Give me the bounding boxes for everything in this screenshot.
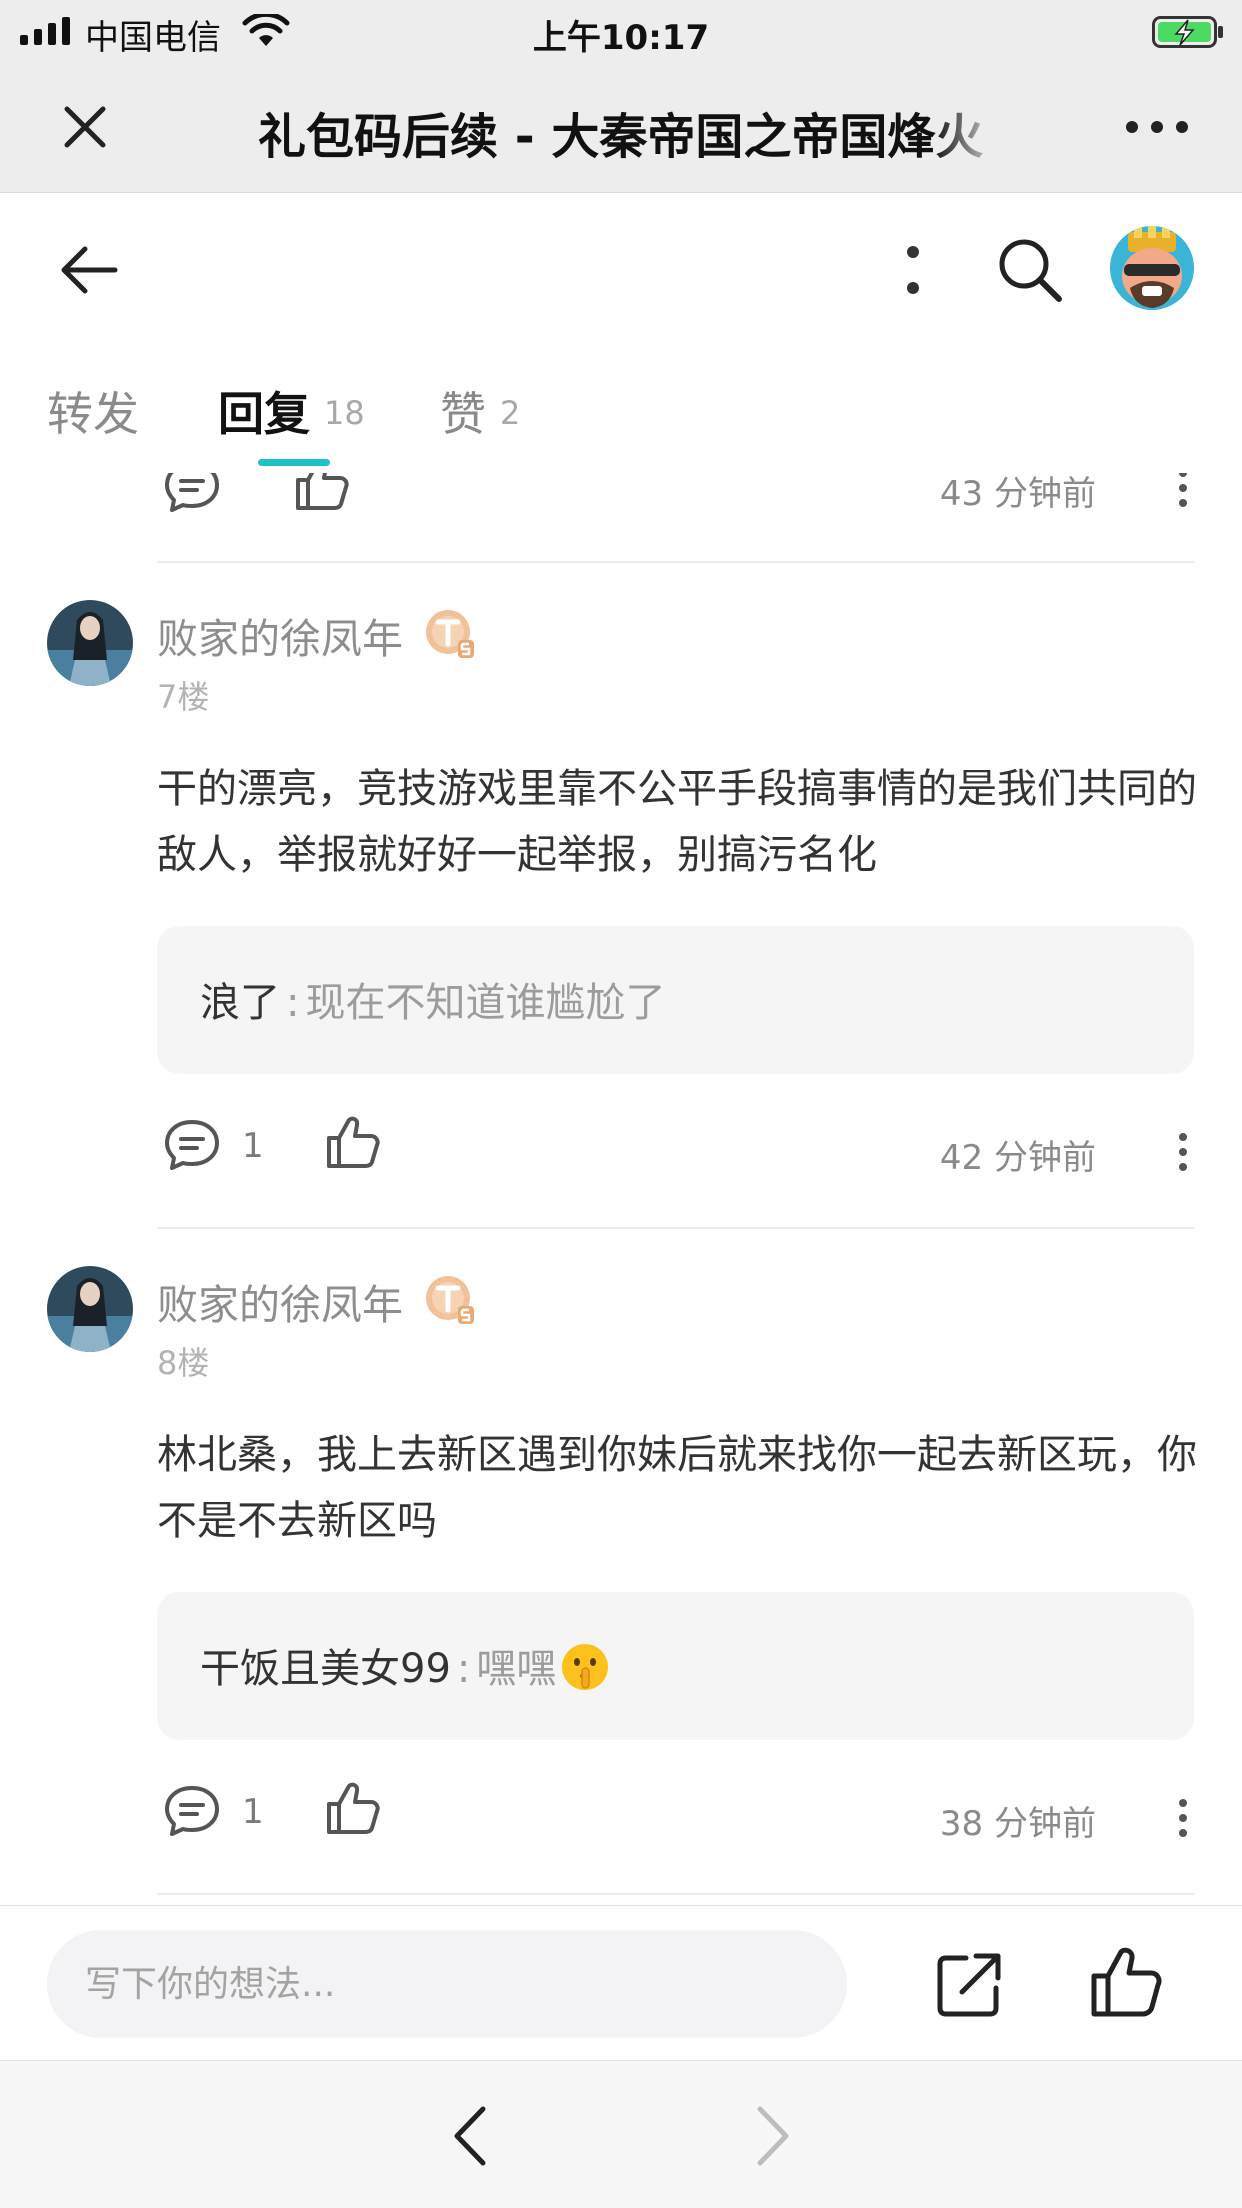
reply-count: 1 (242, 1126, 264, 1166)
app-screen: 中国电信 上午10:17 礼包码后续 - 大秦帝国之帝国烽火 转发 回复 18 … (0, 0, 1242, 2208)
tab-likes[interactable]: 赞2 (440, 378, 520, 444)
tab-forward[interactable]: 转发 (47, 378, 139, 444)
tab-label: 转发 (47, 387, 139, 441)
tab-count: 2 (500, 394, 521, 432)
tab-count: 18 (324, 394, 365, 432)
thumbs-up-icon[interactable] (325, 1780, 381, 1836)
comment-text: 林北桑，我上去新区遇到你妹后就来找你一起去新区玩，你不是不去新区吗 (157, 1432, 1197, 1544)
reply-preview[interactable]: 干饭且美女99: 嘿嘿 (157, 1592, 1194, 1740)
reply-separator: : (286, 980, 300, 1026)
tab-label: 回复 (218, 387, 310, 441)
avatar-image (47, 1266, 133, 1352)
divider (157, 1227, 1194, 1229)
avatar-image (1110, 226, 1194, 310)
tab-bar: 转发 回复 18 赞2 (0, 343, 1242, 473)
more-vertical-icon[interactable] (1175, 1798, 1191, 1838)
top-bar: 中国电信 上午10:17 礼包码后续 - 大秦帝国之帝国烽火 (0, 0, 1242, 193)
app-header (0, 193, 1242, 343)
thumbs-up-icon[interactable] (1088, 1944, 1164, 2020)
reply-user[interactable]: 干饭且美女99 (200, 1646, 451, 1692)
timestamp: 38 分钟前 (939, 1804, 1096, 1844)
user-avatar[interactable] (1110, 226, 1194, 310)
close-icon[interactable] (55, 97, 115, 157)
floor-number: 7楼 (157, 678, 210, 716)
reply-preview-text: 浪了: 现在不知道谁尴尬了 (200, 970, 665, 1028)
reply-user[interactable]: 浪了 (200, 980, 280, 1026)
reply-preview[interactable]: 浪了: 现在不知道谁尴尬了 (157, 926, 1194, 1074)
clock: 上午10:17 (532, 18, 710, 58)
reply-preview-text: 干饭且美女99: 嘿嘿 (200, 1636, 610, 1694)
divider (157, 1893, 1194, 1895)
chevron-right-icon[interactable] (748, 2101, 798, 2171)
reply-text: 嘿嘿 (476, 1646, 557, 1692)
more-horizontal-icon[interactable] (1124, 107, 1190, 147)
arrow-left-icon[interactable] (55, 235, 125, 305)
commenter-name[interactable]: 败家的徐凤年 (157, 605, 403, 665)
avatar-image (47, 600, 133, 686)
comment-text: 干的漂亮，竞技游戏里靠不公平手段搞事情的是我们共同的敌人，举报就好好一起举报，别… (157, 766, 1197, 878)
comment-bubble-icon[interactable] (163, 1118, 221, 1172)
timestamp: 42 分钟前 (939, 1138, 1096, 1178)
wechat-title-bar: 礼包码后续 - 大秦帝国之帝国烽火 (0, 62, 1242, 192)
chevron-left-icon[interactable] (445, 2101, 495, 2171)
active-tab-indicator (258, 459, 330, 466)
reply-separator: : (456, 1646, 471, 1692)
level-badge-icon (426, 610, 474, 658)
more-vertical-icon[interactable] (1175, 1132, 1191, 1172)
browser-nav-bar (0, 2060, 1242, 2208)
page-title: 礼包码后续 - 大秦帝国之帝国烽火 (258, 97, 1003, 159)
comment-list[interactable]: 43 分钟前 败家的徐凤年 7楼 干的漂亮，竞技游戏里靠不公平手段搞事情的是我们… (0, 450, 1242, 1905)
comment-input-bar (0, 1905, 1242, 2060)
tab-replies[interactable]: 回复 18 (218, 378, 365, 444)
status-bar: 中国电信 上午10:17 (0, 0, 1242, 62)
commenter-avatar[interactable] (47, 600, 133, 686)
commenter-name[interactable]: 败家的徐凤年 (157, 1271, 403, 1331)
battery-charging-icon (1152, 16, 1223, 48)
more-vertical-icon[interactable] (1175, 468, 1191, 508)
timestamp: 43 分钟前 (939, 474, 1096, 514)
share-icon[interactable] (932, 1946, 1008, 2022)
level-badge-icon (426, 1276, 474, 1324)
comment-bubble-icon[interactable] (163, 1784, 221, 1838)
reply-text: 现在不知道谁尴尬了 (305, 980, 666, 1026)
search-icon[interactable] (995, 235, 1065, 305)
avatar[interactable] (47, 1050, 133, 1136)
tab-label: 赞 (440, 387, 486, 441)
thumbs-up-icon[interactable] (325, 1114, 381, 1170)
more-vertical-icon[interactable] (895, 243, 931, 299)
shushing-face-emoji (562, 1644, 609, 1690)
comment-input[interactable] (47, 1930, 847, 2038)
reply-count: 1 (242, 1792, 264, 1832)
floor-number: 8楼 (157, 1344, 210, 1382)
commenter-avatar[interactable] (47, 1266, 133, 1352)
